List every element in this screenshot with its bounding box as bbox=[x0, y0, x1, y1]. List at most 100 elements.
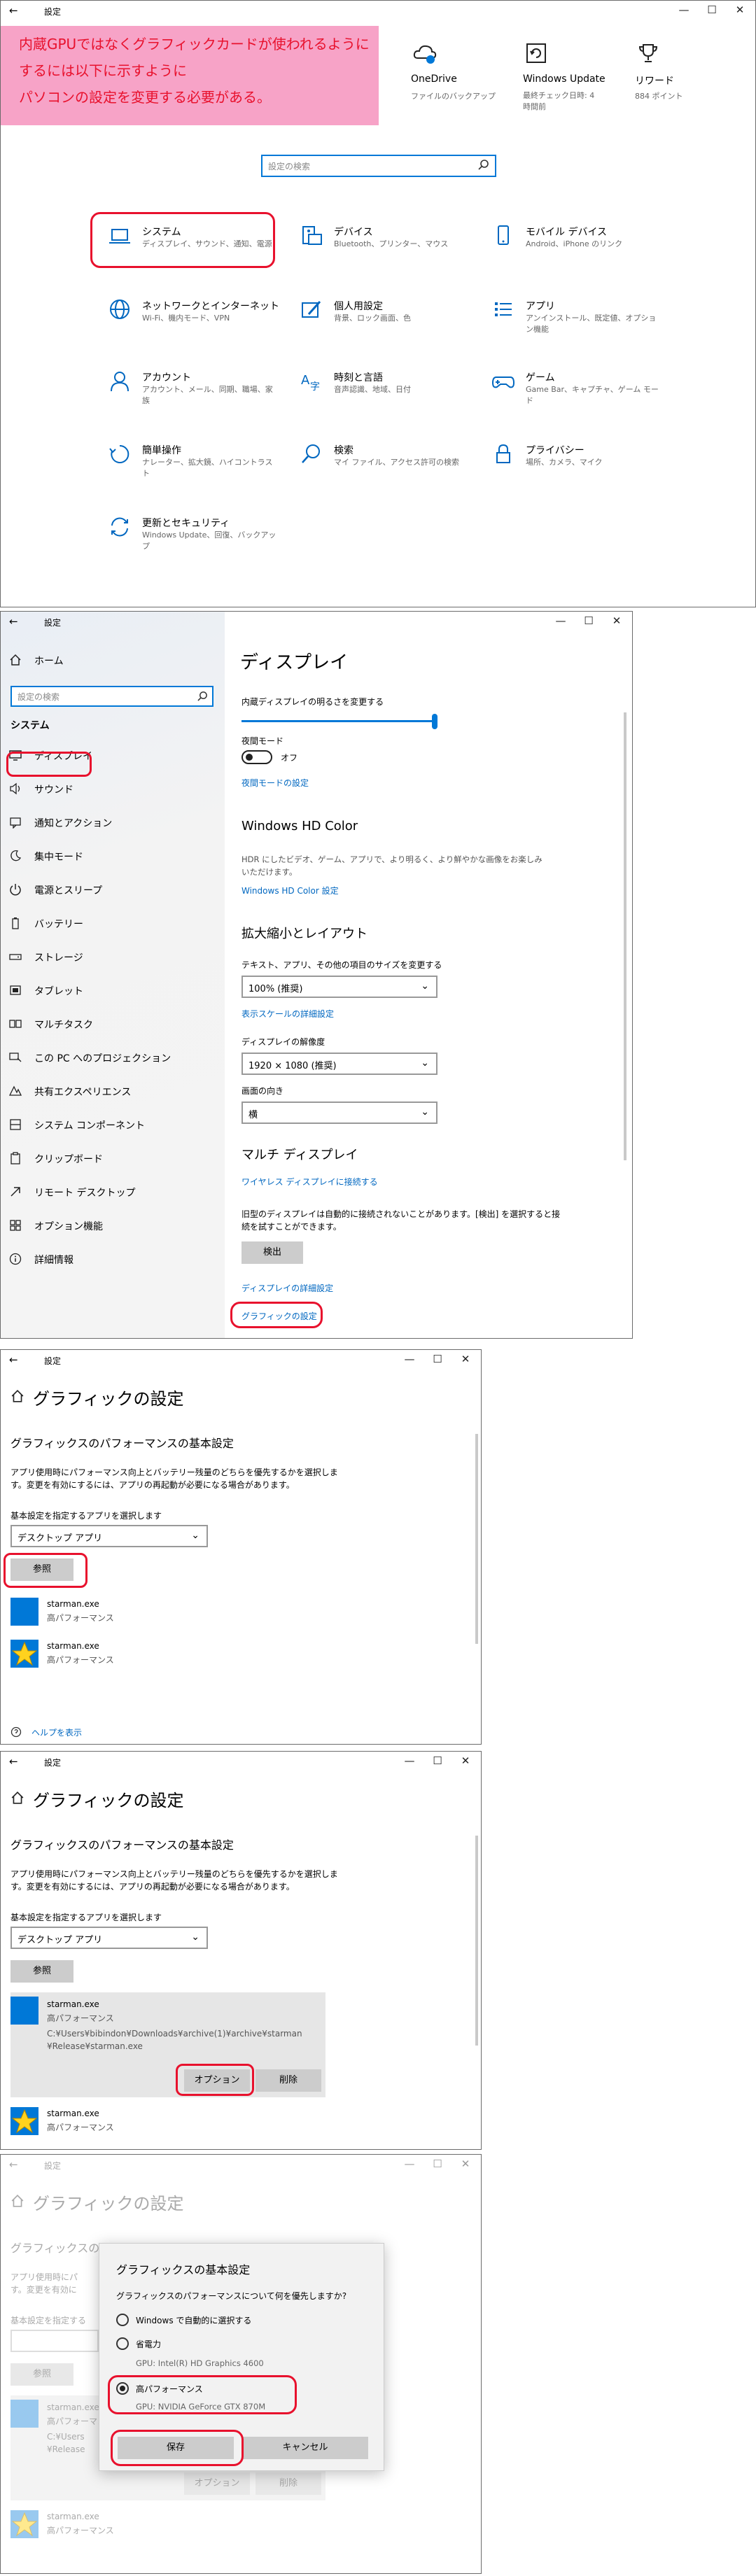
nav-shared[interactable]: 共有エクスペリエンス bbox=[9, 1078, 219, 1103]
selected-app-item[interactable]: starman.exe 高パフォーマンス C:¥Users¥bibindon¥D… bbox=[10, 1992, 326, 2097]
search-input[interactable]: 設定の検索 bbox=[261, 155, 496, 177]
sync-icon bbox=[107, 514, 132, 540]
chevron-down-icon: ⌄ bbox=[421, 1106, 429, 1118]
brightness-slider[interactable] bbox=[241, 714, 438, 729]
nav-clipboard[interactable]: クリップボード bbox=[9, 1145, 219, 1170]
bg-options-button: オプション bbox=[184, 2472, 250, 2495]
nav-power[interactable]: 電源とスリープ bbox=[9, 876, 219, 901]
scrollbar[interactable] bbox=[624, 712, 626, 1160]
minimize-button[interactable]: — bbox=[670, 3, 698, 16]
update-icon bbox=[526, 43, 547, 64]
graphics-app-selected-window: ← 設定 — ☐ ✕ グラフィックの設定 グラフィックスのパフォーマンスの基本設… bbox=[0, 1751, 482, 2150]
hdr-settings-link[interactable]: Windows HD Color 設定 bbox=[241, 885, 339, 896]
orientation-select[interactable]: 横 ⌄ bbox=[241, 1102, 438, 1124]
nav-projecting[interactable]: この PC へのプロジェクション bbox=[9, 1044, 219, 1069]
category-devices[interactable]: デバイス Bluetooth、プリンター、マウス bbox=[299, 222, 481, 278]
nav-focus[interactable]: 集中モード bbox=[9, 843, 219, 868]
scrollbar[interactable] bbox=[475, 1836, 478, 2046]
home-icon[interactable] bbox=[10, 1791, 24, 1805]
category-mobile[interactable]: モバイル デバイス Android、iPhone のリンク bbox=[491, 222, 673, 278]
nav-about[interactable]: 詳細情報 bbox=[9, 1246, 219, 1271]
back-icon[interactable]: ← bbox=[9, 615, 18, 628]
app-type-select[interactable]: デスクトップ アプリ ⌄ bbox=[10, 1525, 208, 1547]
minimize-button[interactable]: — bbox=[547, 614, 575, 627]
nav-notifications[interactable]: 通知とアクション bbox=[9, 809, 219, 834]
rewards-item[interactable]: リワード 884 ポイント bbox=[635, 43, 712, 120]
scale-select[interactable]: 100% (推奨) ⌄ bbox=[241, 976, 438, 998]
maximize-button[interactable]: ☐ bbox=[424, 1754, 451, 1767]
slider-thumb[interactable] bbox=[432, 714, 438, 729]
resolution-select[interactable]: 1920 × 1080 (推奨) ⌄ bbox=[241, 1053, 438, 1075]
keyboard-speaker-icon bbox=[299, 223, 324, 248]
nav-battery[interactable]: バッテリー bbox=[9, 910, 219, 935]
maximize-button[interactable]: ☐ bbox=[575, 614, 603, 627]
browse-button[interactable]: 参照 bbox=[10, 1960, 74, 1983]
close-button[interactable]: ✕ bbox=[726, 3, 754, 16]
highlight-system bbox=[90, 212, 275, 268]
home-icon[interactable] bbox=[10, 1389, 24, 1403]
nav-optional[interactable]: オプション機能 bbox=[9, 1212, 219, 1237]
nav-sound[interactable]: サウンド bbox=[9, 775, 219, 801]
dialog-question: グラフィックスのパフォーマンスについて何を優先しますか? bbox=[116, 2291, 347, 2301]
night-light-toggle[interactable] bbox=[241, 750, 272, 764]
close-button[interactable]: ✕ bbox=[451, 1754, 479, 1767]
category-name: ゲーム bbox=[526, 372, 555, 383]
category-gaming[interactable]: ゲーム Game Bar、キャプチャ、ゲーム モード bbox=[491, 367, 673, 423]
category-desc: Android、iPhone のリンク bbox=[526, 239, 623, 248]
category-ease-of-access[interactable]: 簡単操作 ナレーター、拡大鏡、ハイコントラスト bbox=[107, 440, 289, 496]
advanced-scaling-link[interactable]: 表示スケールの詳細設定 bbox=[241, 1008, 334, 1020]
app-type-select[interactable]: デスクトップ アプリ ⌄ bbox=[10, 1927, 208, 1949]
minimize-button[interactable]: — bbox=[396, 1353, 424, 1365]
maximize-button[interactable]: ☐ bbox=[424, 2158, 451, 2170]
minimize-button[interactable]: — bbox=[396, 1754, 424, 1767]
category-accounts[interactable]: アカウント アカウント、メール、同期、職場、家族 bbox=[107, 367, 289, 423]
category-personalization[interactable]: 個人用設定 背景、ロック画面、色 bbox=[299, 296, 481, 352]
category-update-security[interactable]: 更新とセキュリティ Windows Update、回復、バックアップ bbox=[107, 513, 289, 569]
app-icon bbox=[10, 1997, 38, 2025]
maximize-button[interactable]: ☐ bbox=[698, 3, 726, 16]
nav-home[interactable]: ホーム bbox=[9, 647, 219, 672]
cancel-button[interactable]: キャンセル bbox=[242, 2437, 368, 2459]
back-icon[interactable]: ← bbox=[9, 4, 18, 17]
detect-button[interactable]: 検出 bbox=[241, 1241, 303, 1264]
app-list-item[interactable]: starman.exe 高パフォーマンス bbox=[10, 1640, 290, 1670]
hdr-desc-1: HDR にしたビデオ、ゲーム、アプリで、より明るく、より鮮やかな画像をお楽しみ bbox=[241, 854, 542, 864]
maximize-button[interactable]: ☐ bbox=[424, 1353, 451, 1365]
remove-button[interactable]: 削除 bbox=[255, 2069, 321, 2092]
app-list-item[interactable]: starman.exe 高パフォーマンス bbox=[10, 2107, 290, 2138]
category-network[interactable]: ネットワークとインターネット Wi-Fi、機内モード、VPN bbox=[107, 296, 289, 352]
close-button[interactable]: ✕ bbox=[451, 2158, 479, 2170]
nav-remote[interactable]: リモート デスクトップ bbox=[9, 1178, 219, 1204]
nav-multitasking[interactable]: マルチタスク bbox=[9, 1011, 219, 1036]
category-apps[interactable]: アプリ アンインストール、既定値、オプション機能 bbox=[491, 296, 673, 352]
title-bar: ← 設定 — ☐ ✕ bbox=[1, 1752, 481, 1773]
close-button[interactable]: ✕ bbox=[603, 614, 631, 627]
windows-update-item[interactable]: Windows Update 最終チェック日時: 4 時間前 bbox=[523, 43, 617, 120]
back-icon[interactable]: ← bbox=[9, 1353, 18, 1366]
advanced-display-link[interactable]: ディスプレイの詳細設定 bbox=[241, 1282, 333, 1294]
note-line-1: 内蔵GPUではなくグラフィックカードが使われるように bbox=[19, 36, 370, 52]
scrollbar[interactable] bbox=[475, 1434, 478, 1644]
radio-power-saving[interactable]: 省電力 bbox=[116, 2336, 354, 2351]
category-search[interactable]: 検索 マイ ファイル、アクセス許可の検索 bbox=[299, 440, 481, 496]
close-button[interactable]: ✕ bbox=[451, 1353, 479, 1365]
highlight-save bbox=[111, 2430, 244, 2466]
nav-components[interactable]: システム コンポーネント bbox=[9, 1111, 219, 1136]
nav-label: システム コンポーネント bbox=[34, 1120, 146, 1132]
radio-label: Windows で自動的に選択する bbox=[136, 2316, 252, 2325]
nav-storage[interactable]: ストレージ bbox=[9, 943, 219, 969]
nav-tablet[interactable]: タブレット bbox=[9, 977, 219, 1002]
back-icon[interactable]: ← bbox=[9, 2158, 18, 2171]
night-light-settings-link[interactable]: 夜間モードの設定 bbox=[241, 777, 309, 789]
app-list-item[interactable]: starman.exe 高パフォーマンス bbox=[10, 1598, 290, 1628]
category-time-language[interactable]: A字 時刻と言語 音声認識、地域、日付 bbox=[299, 367, 481, 423]
back-icon[interactable]: ← bbox=[9, 1755, 18, 1768]
display-settings-window: ← 設定 — ☐ ✕ ホーム 設定の検索 システム ディスプレイ サウンド 通知… bbox=[0, 611, 633, 1339]
sidebar-search-input[interactable]: 設定の検索 bbox=[10, 686, 214, 707]
minimize-button[interactable]: — bbox=[396, 2158, 424, 2170]
radio-auto[interactable]: Windows で自動的に選択する bbox=[116, 2312, 354, 2328]
onedrive-item[interactable]: OneDrive ファイルのバックアップ bbox=[411, 43, 502, 120]
wireless-display-link[interactable]: ワイヤレス ディスプレイに接続する bbox=[241, 1176, 378, 1188]
help-link[interactable]: ヘルプを表示 bbox=[31, 1726, 82, 1738]
category-privacy[interactable]: プライバシー 場所、カメラ、マイク bbox=[491, 440, 673, 496]
